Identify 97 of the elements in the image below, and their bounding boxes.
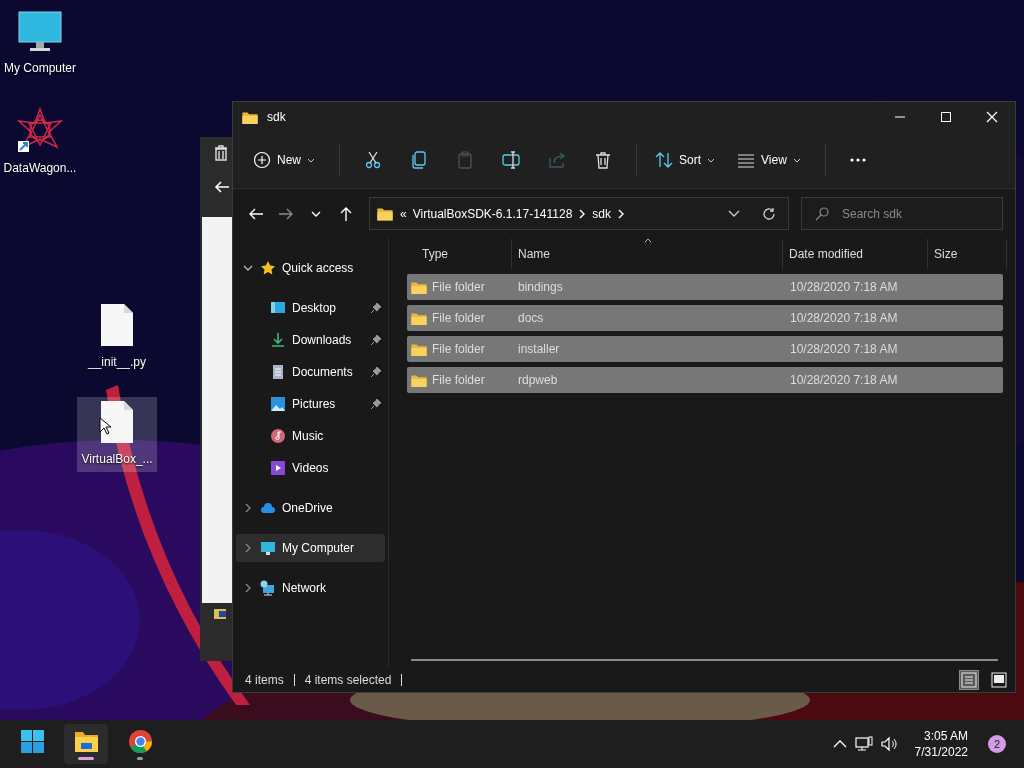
monitor-icon [260,540,276,556]
column-header[interactable]: Type [407,239,512,269]
network-icon [854,736,873,752]
sort-menu-button[interactable]: Sort [647,143,724,177]
tree-item[interactable]: Videos [236,454,385,482]
icon-label: __init__.py [87,354,146,371]
document-icon [100,303,134,347]
tree-item[interactable]: Network [236,574,385,602]
chevron-down-icon [728,209,740,218]
details-view-icon [961,671,977,688]
column-header[interactable]: Date modified [783,239,928,269]
clock-time[interactable]: 3:05 AM [923,728,968,744]
table-cell-text: bindings [518,279,563,296]
taskbar-app[interactable] [64,724,108,764]
plus-circle-icon [253,151,271,169]
table-cell-text: 10/28/2020 7:18 AM [790,279,898,296]
document-icon [100,400,134,444]
table-cell-text: 10/28/2020 7:18 AM [790,372,898,389]
scrollbar[interactable] [411,659,998,661]
back-arrow-icon [214,179,230,195]
desktop-icon [270,300,286,316]
table-cell-text: 10/28/2020 7:18 AM [790,341,898,358]
address-bar[interactable]: « VirtualBoxSDK-6.1.17-141128 sdk [369,197,789,230]
column-header[interactable]: Name [512,239,783,269]
table-cell-text: File folder [432,341,485,358]
tree-item[interactable]: Downloads [236,326,385,354]
tree-item[interactable]: Music [236,422,385,450]
caret-icon [707,157,716,163]
chevron-right-icon [578,208,587,219]
trash-icon [214,145,228,161]
maximize-icon [940,111,952,123]
chevron-up-icon [832,739,847,749]
tree-item[interactable]: OneDrive [236,494,385,522]
table-cell-text: rdpweb [518,372,558,389]
details-view-button[interactable] [959,669,979,690]
table-cell-text: File folder [432,279,485,296]
table-cell-text: File folder [432,372,485,389]
breadcrumb-link[interactable]: sdk [592,204,612,223]
picture-icon [270,396,286,412]
scissors-icon [364,151,382,169]
tree-item[interactable]: Desktop [236,294,385,322]
item-count: 4 items [245,671,284,689]
list-lines-icon [737,151,756,169]
copy-icon [410,151,428,169]
chevron-right-icon [617,208,626,219]
video-icon [270,460,286,476]
document-icon [270,364,286,380]
icon-label: My Computer [4,60,76,77]
caret-icon [792,157,801,163]
search-field[interactable]: Search sdk [801,197,1003,230]
up-arrow-icon [338,205,354,222]
network-icon [260,580,276,596]
clipboard-icon [456,151,474,169]
cursor-icon [99,417,111,435]
tree-item[interactable]: Quick access [236,254,385,282]
speaker-icon [880,736,899,752]
tree-item[interactable]: Documents [236,358,385,386]
browser-logo-icon [127,728,153,754]
windows-logo-icon [19,728,45,754]
desktop-icon[interactable]: DataWagon... [0,104,80,181]
rename-icon [502,151,520,169]
caret-icon [307,157,315,163]
monitor-icon [18,11,62,53]
table-cell-text: docs [518,310,544,327]
view-menu-button[interactable]: View [729,143,809,177]
share-icon [548,151,566,169]
close-icon [986,111,998,123]
refresh-icon [762,206,776,221]
icon-label: DataWagon... [3,160,77,177]
music-icon [270,428,286,444]
column-header[interactable]: Size [928,239,1007,269]
star-emblem-icon [17,107,63,153]
preview-view-icon [991,671,1007,688]
star-icon [260,260,276,276]
tree-item[interactable]: Pictures [236,390,385,418]
more-icon [849,158,866,162]
tree-item[interactable]: My Computer [236,534,385,562]
tiles-view-button[interactable] [989,669,1009,690]
selection-count: 4 items selected [304,671,392,689]
new-menu-button[interactable]: New [245,143,323,177]
download-icon [270,332,286,348]
notification-badge[interactable]: 2 [988,735,1006,753]
sort-arrows-icon [655,151,673,169]
cloud-icon [260,500,276,516]
window-title: sdk [267,109,286,126]
folder-icon [214,607,226,619]
folder-icon [376,206,394,221]
search-icon [815,207,829,221]
breadcrumb-link[interactable]: VirtualBoxSDK-6.1.17-141128 [412,204,573,223]
desktop-icon[interactable]: My Computer [0,8,80,81]
table-cell-text: File folder [432,310,485,327]
table-cell-text: installer [518,341,560,358]
overflow-chevrons[interactable]: « [400,204,407,223]
table-cell-text: 10/28/2020 7:18 AM [790,310,898,327]
trash-icon [594,151,612,169]
desktop-icon[interactable]: __init__.py [77,300,157,375]
clock-date[interactable]: 7/31/2022 [914,744,968,760]
